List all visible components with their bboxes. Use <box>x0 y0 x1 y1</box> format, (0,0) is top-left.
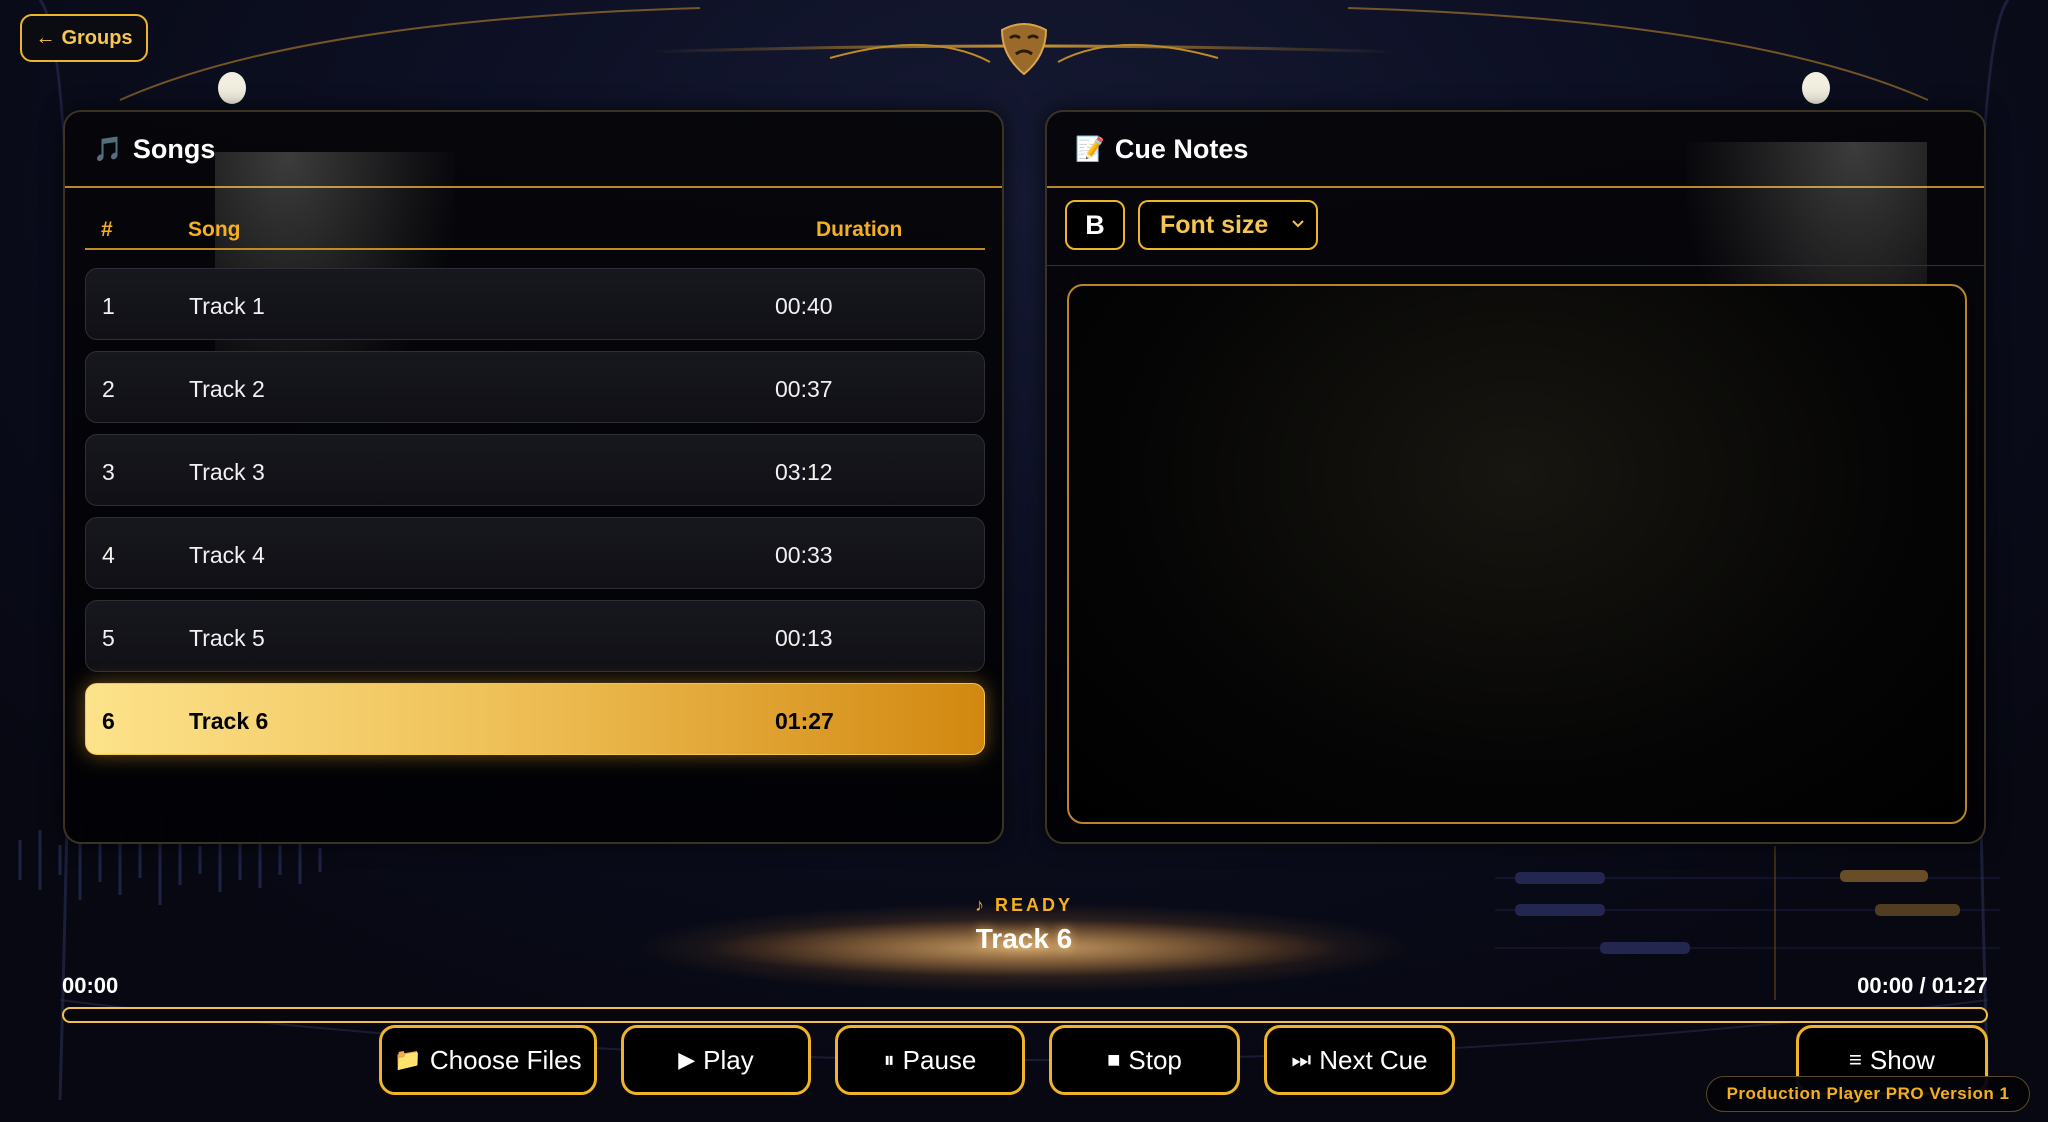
play-button[interactable]: ▶ Play <box>621 1025 811 1095</box>
song-duration: 03:12 <box>775 459 833 485</box>
player-status: ♪ READY <box>974 895 1073 915</box>
song-row[interactable]: 2 Track 2 00:37 <box>85 351 985 423</box>
memo-icon: 📝 <box>1075 135 1105 163</box>
song-duration: 00:37 <box>775 376 833 402</box>
stop-label: Stop <box>1128 1044 1182 1075</box>
cue-notes-title: Cue Notes <box>1114 133 1249 164</box>
theater-mask-logo <box>1000 23 1048 76</box>
column-header-number: # <box>101 218 113 241</box>
choose-files-button[interactable]: 📁 Choose Files <box>379 1025 597 1095</box>
song-duration: 00:33 <box>775 542 833 568</box>
song-duration: 01:27 <box>775 708 834 734</box>
column-header-song: Song <box>188 218 241 241</box>
song-number: 1 <box>102 293 115 319</box>
song-title: Track 4 <box>189 542 265 568</box>
chevron-down-icon <box>1292 220 1304 228</box>
stop-button[interactable]: ■ Stop <box>1049 1025 1240 1095</box>
song-duration: 00:40 <box>775 293 833 319</box>
bold-button[interactable]: B <box>1065 200 1125 250</box>
time-total: 00:00 / 01:27 <box>1857 973 1988 998</box>
song-number: 3 <box>102 459 115 485</box>
song-title: Track 3 <box>189 459 265 485</box>
music-note-icon: 🎵 <box>93 135 123 163</box>
song-row[interactable]: 4 Track 4 00:33 <box>85 517 985 589</box>
song-duration: 00:13 <box>775 625 833 651</box>
arrow-left-icon: ← <box>35 26 56 49</box>
menu-icon: ≡ <box>1849 1047 1862 1072</box>
songs-panel: 🎵 Songs # Song Duration 1 Track 1 00:40 … <box>63 110 1004 844</box>
song-number: 6 <box>102 708 115 734</box>
play-icon: ▶ <box>678 1047 696 1072</box>
songs-panel-title: Songs <box>132 133 216 164</box>
cue-notes-header: 📝 Cue Notes <box>1047 112 1984 188</box>
pause-button[interactable]: ⏸ Pause <box>835 1025 1025 1095</box>
song-row[interactable]: 3 Track 3 03:12 <box>85 434 985 506</box>
song-title: Track 6 <box>189 708 269 734</box>
song-row[interactable]: 5 Track 5 00:13 <box>85 600 985 672</box>
folder-icon: 📁 <box>394 1047 422 1072</box>
pause-label: Pause <box>902 1044 977 1075</box>
now-playing-title: Track 6 <box>975 923 1073 954</box>
songs-table-header: # Song Duration <box>85 206 985 250</box>
song-title: Track 2 <box>189 376 265 402</box>
cue-notes-editor[interactable] <box>1067 284 1967 824</box>
pause-icon: ⏸ <box>883 1047 895 1072</box>
song-title: Track 5 <box>189 625 265 651</box>
choose-files-label: Choose Files <box>429 1044 582 1075</box>
song-title: Track 1 <box>189 293 265 319</box>
progress-bar[interactable] <box>62 1007 1988 1023</box>
song-number: 2 <box>102 376 115 402</box>
font-size-label: Font size <box>1160 210 1269 239</box>
version-badge: Production Player PRO Version 1 <box>1706 1076 2030 1112</box>
skip-forward-icon: ⏭ <box>1291 1047 1312 1072</box>
show-label: Show <box>1869 1044 1935 1075</box>
back-to-groups-button[interactable]: ← Groups <box>20 14 148 62</box>
cue-notes-panel: 📝 Cue Notes B Font size <box>1045 110 1986 844</box>
next-cue-label: Next Cue <box>1319 1044 1428 1075</box>
cue-notes-toolbar: B Font size <box>1047 188 1984 266</box>
play-label: Play <box>703 1044 754 1075</box>
song-row-selected[interactable]: 6 Track 6 01:27 <box>85 683 985 755</box>
song-number: 4 <box>102 542 115 568</box>
song-number: 5 <box>102 625 115 651</box>
font-size-select[interactable]: Font size <box>1138 200 1318 250</box>
stop-icon: ■ <box>1107 1047 1121 1072</box>
elapsed-time: 00:00 <box>62 973 119 998</box>
next-cue-button[interactable]: ⏭ Next Cue <box>1264 1025 1455 1095</box>
column-header-duration: Duration <box>816 218 903 241</box>
back-button-label: Groups <box>61 26 133 49</box>
songs-panel-header: 🎵 Songs <box>65 112 1002 188</box>
song-row[interactable]: 1 Track 1 00:40 <box>85 268 985 340</box>
